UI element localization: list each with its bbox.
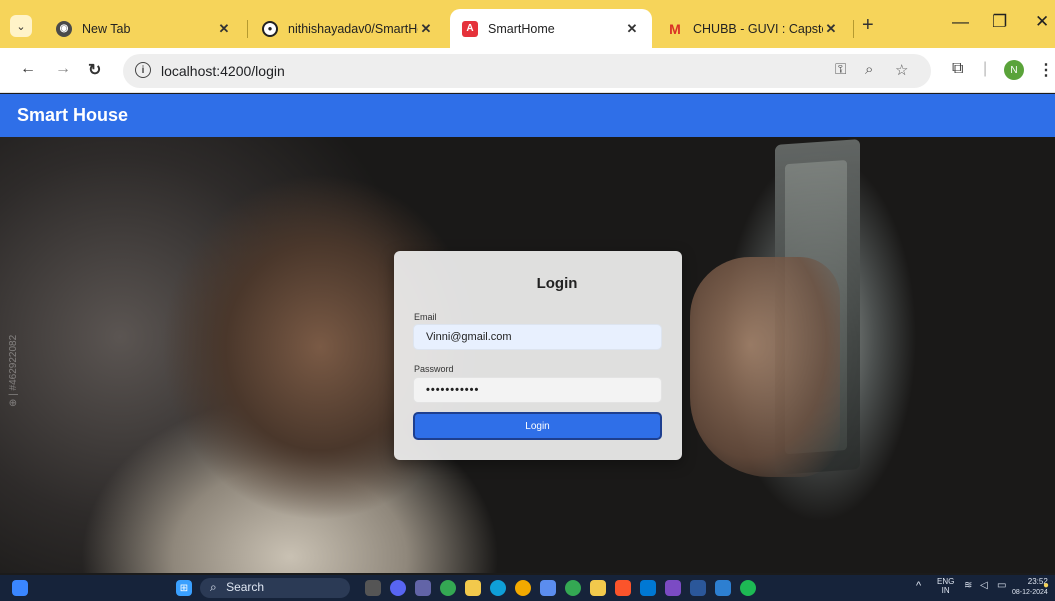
chrome-taskbar-icon[interactable] bbox=[440, 580, 456, 596]
file-explorer-icon[interactable] bbox=[590, 580, 606, 596]
tab-divider bbox=[853, 20, 854, 38]
email-label: Email bbox=[414, 312, 437, 322]
spotify-icon[interactable] bbox=[740, 580, 756, 596]
password-label: Password bbox=[414, 364, 454, 374]
app-header: Smart House bbox=[0, 94, 1055, 137]
teams-icon[interactable] bbox=[415, 580, 431, 596]
tab-title: CHUBB - GUVI : Capstone Pr bbox=[693, 21, 823, 36]
task-view-icon[interactable] bbox=[365, 580, 381, 596]
tab-title: nithishayadav0/SmartHome/ bbox=[288, 21, 418, 36]
brave-icon[interactable] bbox=[615, 580, 631, 596]
photos-icon[interactable] bbox=[540, 580, 556, 596]
chevron-down-icon: ⌄ bbox=[16, 20, 26, 33]
widgets-icon[interactable] bbox=[12, 580, 28, 596]
back-arrow-icon[interactable]: ← bbox=[20, 60, 36, 78]
vscode-icon[interactable] bbox=[640, 580, 656, 596]
new-tab-button[interactable]: + bbox=[862, 14, 874, 37]
close-tab-icon[interactable]: ✕ bbox=[418, 21, 434, 37]
address-bar[interactable]: i localhost:4200/login ⚿ ⌕ ☆ bbox=[123, 54, 931, 88]
tab-divider bbox=[247, 20, 248, 38]
password-field[interactable]: ••••••••••• bbox=[413, 377, 662, 403]
app-brand[interactable]: Smart House bbox=[17, 105, 128, 126]
wifi-icon[interactable]: ≋ bbox=[964, 580, 972, 591]
zoom-icon[interactable]: ⌕ bbox=[865, 61, 873, 78]
edge-icon[interactable] bbox=[490, 580, 506, 596]
gmail-icon: M bbox=[669, 20, 681, 37]
chrome-profile-icon[interactable] bbox=[565, 580, 581, 596]
close-tab-icon[interactable]: ✕ bbox=[823, 21, 839, 37]
hand-figure bbox=[690, 257, 840, 477]
browser-toolbar: ← → ↻ i localhost:4200/login ⚿ ⌕ ☆ ⧉ | ⋮ bbox=[0, 48, 1055, 93]
minimize-button[interactable]: — bbox=[952, 12, 969, 32]
language-code: ENG bbox=[937, 577, 955, 586]
windows-taskbar: ⊞ ⌕ Search ^ ENG IN ≋ ◁ ▭ 23:52 08-12-20… bbox=[0, 575, 1055, 601]
password-key-icon[interactable]: ⚿ bbox=[835, 61, 846, 78]
volume-icon[interactable]: ◁ bbox=[980, 580, 988, 591]
login-card: Login Email Vinni@gmail.com Password •••… bbox=[394, 251, 682, 460]
angular-icon: A bbox=[462, 20, 478, 37]
tab-gmail[interactable]: M CHUBB - GUVI : Capstone Pr ✕ bbox=[655, 9, 851, 48]
tab-search-button[interactable]: ⌄ bbox=[10, 15, 32, 37]
visual-studio-icon[interactable] bbox=[665, 580, 681, 596]
word-icon[interactable] bbox=[690, 580, 706, 596]
restore-button[interactable]: ❐ bbox=[992, 12, 1007, 32]
extensions-icon[interactable]: ⧉ bbox=[952, 60, 963, 78]
login-title: Login bbox=[536, 275, 578, 292]
site-info-icon[interactable]: i bbox=[135, 62, 151, 78]
reload-icon[interactable]: ↻ bbox=[88, 60, 101, 80]
store-icon[interactable] bbox=[465, 580, 481, 596]
close-tab-icon[interactable]: ✕ bbox=[624, 21, 640, 37]
search-icon: ⌕ bbox=[210, 580, 217, 594]
tab-strip: ⌄ ◉ New Tab ✕ ● nithishayadav0/SmartHome… bbox=[0, 0, 1055, 48]
paint-icon[interactable] bbox=[715, 580, 731, 596]
github-icon: ● bbox=[262, 20, 278, 37]
battery-icon[interactable]: ▭ bbox=[997, 580, 1006, 591]
stock-watermark: ⊕ | #462922082 bbox=[8, 334, 19, 407]
windows-start-icon[interactable]: ⊞ bbox=[176, 580, 192, 596]
chrome-icon: ◉ bbox=[56, 20, 72, 37]
tab-smarthome[interactable]: A SmartHome ✕ bbox=[450, 9, 652, 48]
close-window-button[interactable]: ✕ bbox=[1035, 12, 1049, 32]
taskbar-search[interactable]: ⌕ Search bbox=[200, 578, 350, 598]
url-text[interactable]: localhost:4200/login bbox=[161, 63, 285, 79]
bookmark-star-icon[interactable]: ☆ bbox=[895, 61, 908, 79]
chevron-up-icon[interactable]: ^ bbox=[916, 580, 921, 592]
kebab-menu-icon[interactable]: ⋮ bbox=[1038, 60, 1054, 80]
close-tab-icon[interactable]: ✕ bbox=[216, 21, 232, 37]
region-code: IN bbox=[941, 586, 950, 595]
language-indicator[interactable]: ENG IN bbox=[937, 577, 954, 595]
notification-bell-icon[interactable]: ● bbox=[1043, 580, 1049, 591]
tab-title: SmartHome bbox=[488, 21, 555, 36]
search-placeholder: Search bbox=[226, 580, 265, 594]
tab-github[interactable]: ● nithishayadav0/SmartHome/ ✕ bbox=[250, 9, 446, 48]
toolbar-divider: | bbox=[983, 60, 988, 77]
discord-icon[interactable] bbox=[390, 580, 406, 596]
email-field[interactable]: Vinni@gmail.com bbox=[413, 324, 662, 350]
tab-new-tab[interactable]: ◉ New Tab ✕ bbox=[44, 9, 244, 48]
profile-avatar[interactable]: N bbox=[1004, 60, 1024, 80]
tab-title: New Tab bbox=[82, 21, 131, 36]
login-button[interactable]: Login bbox=[413, 412, 662, 440]
chrome-canary-icon[interactable] bbox=[515, 580, 531, 596]
forward-arrow-icon[interactable]: → bbox=[55, 60, 71, 78]
